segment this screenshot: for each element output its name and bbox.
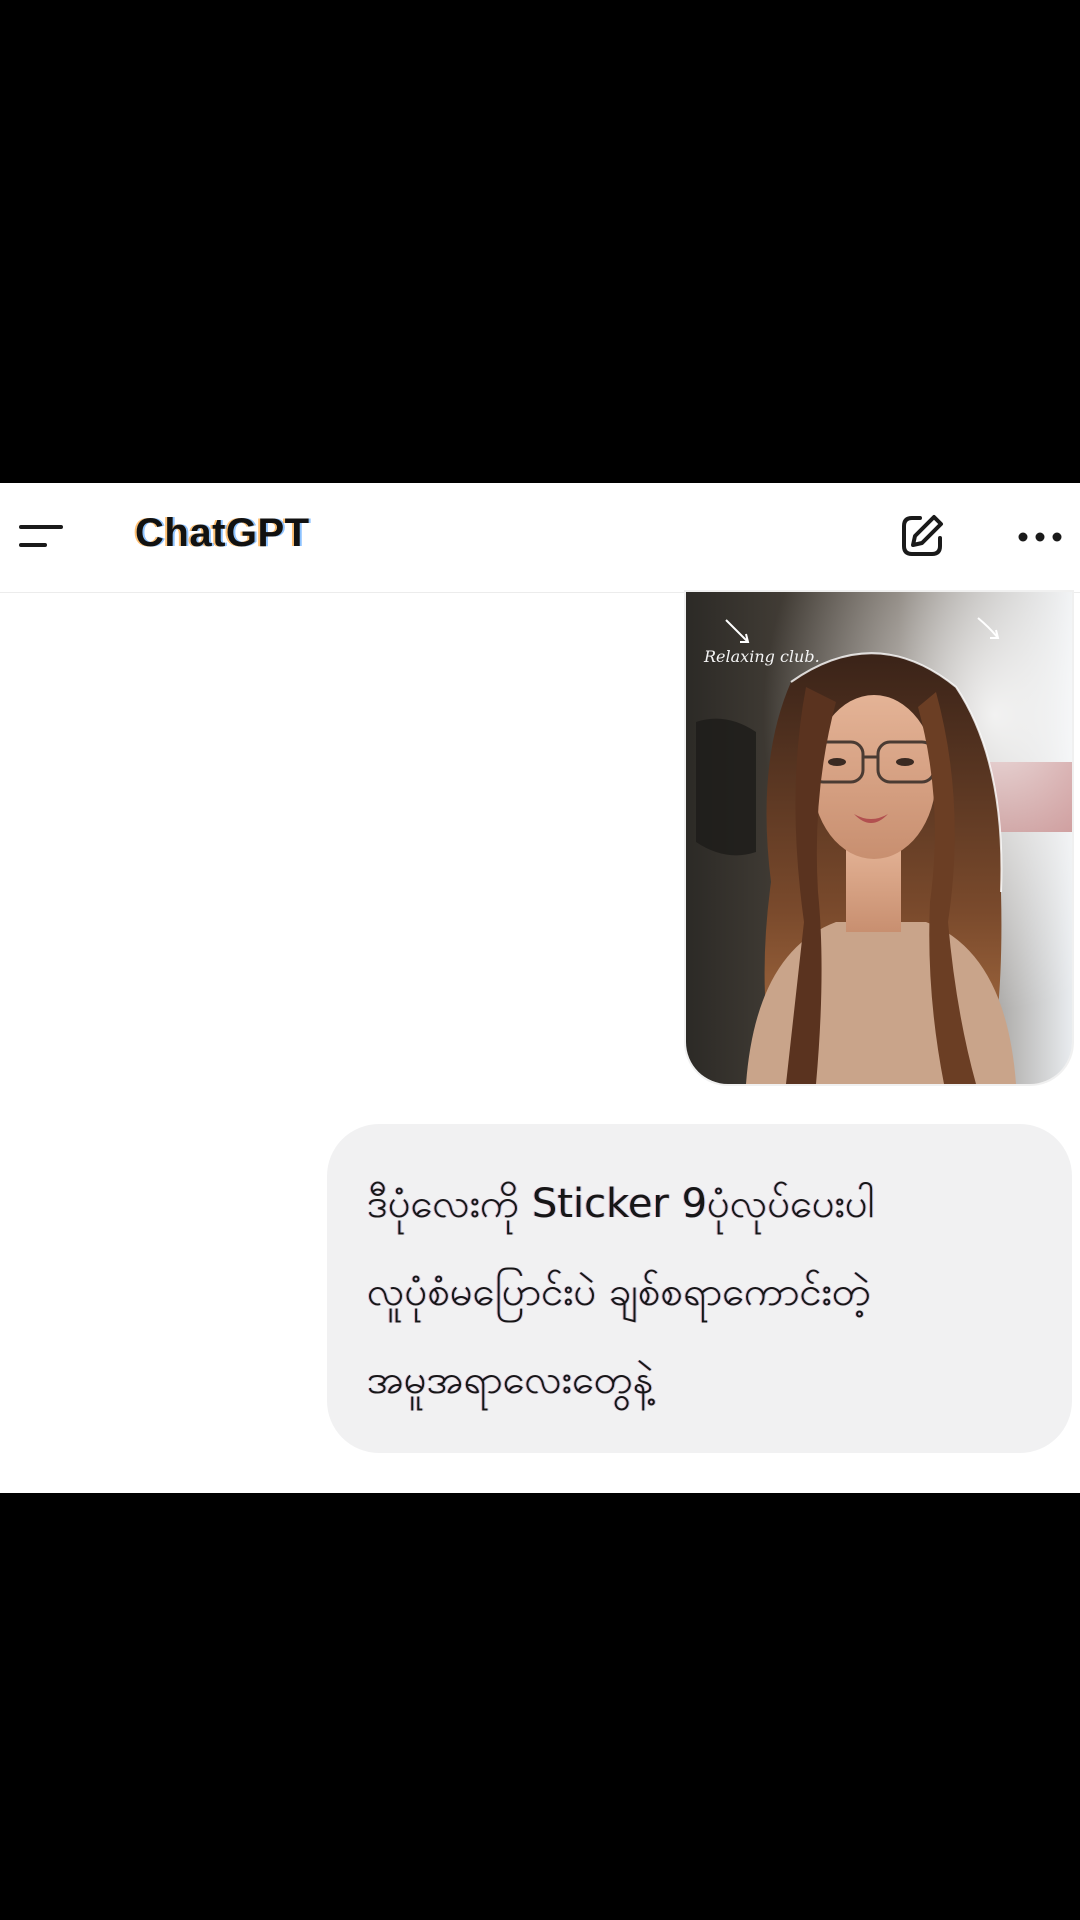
attached-photo[interactable]: Relaxing club. — [686, 592, 1072, 1084]
photo-caption: Relaxing club. — [704, 647, 820, 666]
message-line: အမူအရာလေးတွေနဲ့ — [367, 1357, 654, 1403]
menu-icon[interactable] — [18, 519, 64, 553]
message-line: လူပုံစံမပြောင်းပဲ ချစ်စရာကောင်းတဲ့ — [367, 1269, 871, 1315]
top-bar: ChatGPT — [0, 483, 1080, 593]
message-line: ဒီပုံလေးကို Sticker 9ပုံလုပ်ပေးပါ — [367, 1181, 875, 1227]
new-chat-icon[interactable] — [898, 512, 946, 560]
chat-app: ChatGPT Relaxing club. ဒီပုံလေးကို Stick… — [0, 483, 1080, 1493]
more-options-icon[interactable] — [1016, 529, 1064, 545]
user-message-bubble[interactable]: ဒီပုံလေးကို Sticker 9ပုံလုပ်ပေးပါ လူပုံစ… — [327, 1124, 1072, 1453]
screen: ChatGPT Relaxing club. ဒီပုံလေးကို Stick… — [0, 0, 1080, 1920]
app-title[interactable]: ChatGPT — [135, 511, 310, 556]
